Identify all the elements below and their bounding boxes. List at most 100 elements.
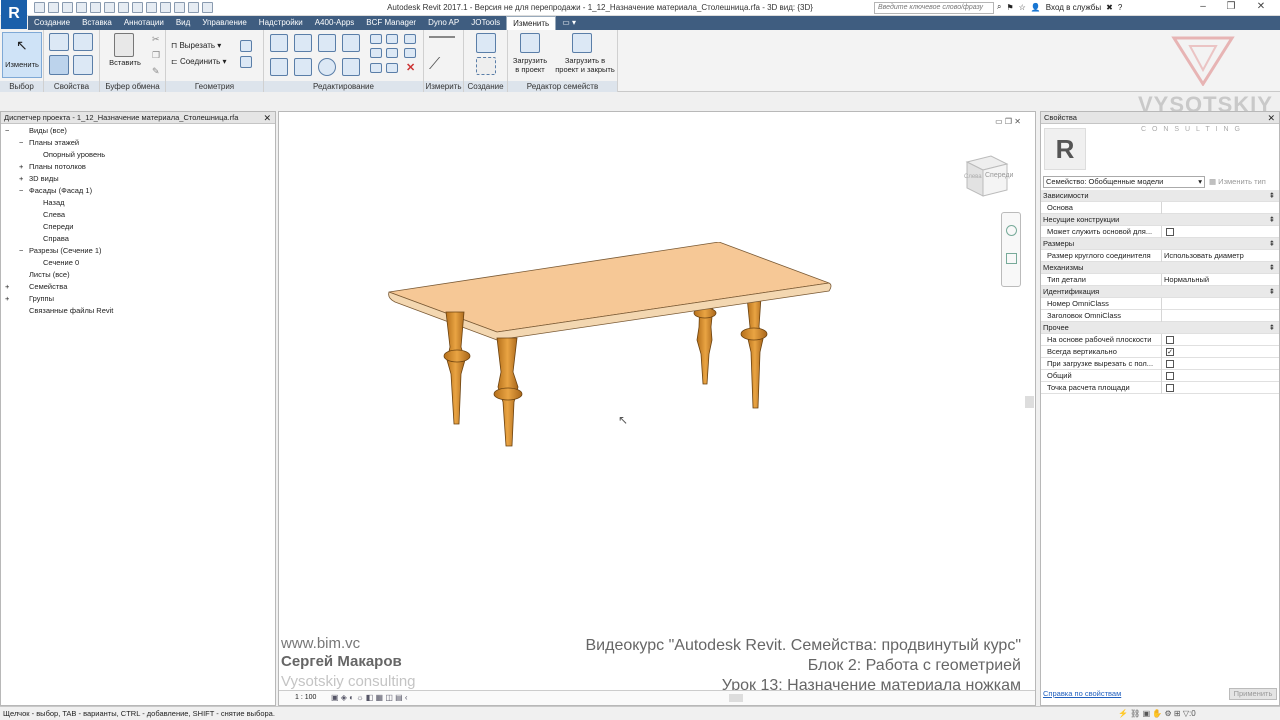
- move-icon[interactable]: [270, 58, 288, 76]
- selection-toggles[interactable]: ⚡ ⛓ ▣ ✋ ⚙ ⊞ ▽:0: [1118, 707, 1196, 720]
- tree-expander-icon[interactable]: −: [5, 126, 15, 136]
- tab-10[interactable]: Изменить: [506, 15, 557, 31]
- property-row[interactable]: Номер OmniClass: [1041, 298, 1279, 310]
- array-icon[interactable]: [370, 48, 382, 58]
- group-elements-icon[interactable]: [476, 57, 496, 75]
- match-properties-icon[interactable]: ✎: [152, 66, 160, 77]
- zoom-icon[interactable]: [1006, 253, 1017, 264]
- tree-item[interactable]: Справа: [33, 234, 69, 244]
- user-icon[interactable]: 👤: [1031, 3, 1041, 12]
- properties-help-link[interactable]: Справка по свойствам: [1043, 689, 1121, 698]
- tree-item[interactable]: +3D виды: [19, 174, 59, 184]
- property-section[interactable]: Прочее ⇞: [1041, 322, 1279, 334]
- tab-0[interactable]: Создание: [28, 16, 76, 30]
- collapse-icon[interactable]: ⇞: [1269, 286, 1275, 298]
- tab-6[interactable]: A400-Apps: [309, 16, 361, 30]
- void-icon[interactable]: [240, 40, 252, 52]
- tree-expander-icon[interactable]: −: [19, 138, 29, 148]
- align-icon[interactable]: [270, 34, 288, 52]
- exchange-icon[interactable]: ✖: [1106, 3, 1113, 12]
- join-geometry-button[interactable]: ⊏ Соединить ▾: [171, 57, 227, 66]
- modify-button[interactable]: ↖ Изменить: [2, 32, 42, 78]
- tree-item[interactable]: Связанные файлы Revit: [5, 306, 113, 316]
- collapse-icon[interactable]: ⇞: [1269, 238, 1275, 250]
- edit-type-button[interactable]: ▦ Изменить тип: [1209, 176, 1266, 188]
- scale-label[interactable]: 1 : 100: [295, 694, 316, 701]
- property-section[interactable]: Идентификация ⇞: [1041, 286, 1279, 298]
- help-icon[interactable]: ?: [1118, 3, 1122, 12]
- collapse-icon[interactable]: ⇞: [1269, 262, 1275, 274]
- tree-expander-icon[interactable]: +: [5, 282, 15, 292]
- collapse-icon[interactable]: ⇞: [1269, 190, 1275, 202]
- apply-button[interactable]: Применить: [1229, 688, 1277, 700]
- viewcube[interactable]: Спереди Слева: [961, 152, 1013, 200]
- group-select-label[interactable]: Выбор: [0, 81, 43, 92]
- property-section[interactable]: Несущие конструкции ⇞: [1041, 214, 1279, 226]
- split-icon[interactable]: [370, 34, 382, 44]
- trim-multiple-icon[interactable]: [386, 63, 398, 73]
- tree-item[interactable]: − Виды (все): [5, 126, 67, 136]
- property-row[interactable]: На основе рабочей плоскости: [1041, 334, 1279, 346]
- login-link[interactable]: Вход в службы: [1046, 3, 1101, 12]
- tab-1[interactable]: Вставка: [76, 16, 118, 30]
- measure-distance-icon[interactable]: [429, 36, 455, 40]
- property-value[interactable]: Нормальный: [1161, 274, 1279, 286]
- trim-icon[interactable]: [342, 58, 360, 76]
- property-value[interactable]: [1161, 298, 1279, 310]
- mirror-axis-icon[interactable]: [318, 34, 336, 52]
- mirror-draw-icon[interactable]: [342, 34, 360, 52]
- family-category-icon[interactable]: [73, 55, 93, 75]
- close-icon[interactable]: ✕: [1267, 112, 1275, 124]
- maximize-icon[interactable]: ❐: [1220, 1, 1242, 12]
- property-checkbox[interactable]: ✓: [1166, 348, 1174, 356]
- create-similar-icon[interactable]: [476, 33, 496, 53]
- close-window-icon[interactable]: ✕: [1250, 1, 1272, 12]
- property-row[interactable]: Основа: [1041, 202, 1279, 214]
- property-row[interactable]: Точка расчета площади: [1041, 382, 1279, 394]
- cut-icon[interactable]: ✂: [152, 34, 160, 45]
- property-checkbox[interactable]: [1166, 372, 1174, 380]
- type-selector[interactable]: Семейство: Обобщенные модели ▾: [1043, 176, 1205, 188]
- load-and-close-label-2[interactable]: проект и закрыть: [554, 65, 616, 74]
- property-row[interactable]: Размер круглого соединителя Использовать …: [1041, 250, 1279, 262]
- property-row[interactable]: Заголовок OmniClass: [1041, 310, 1279, 322]
- tab-5[interactable]: Надстройки: [253, 16, 309, 30]
- tree-item[interactable]: Слева: [33, 210, 65, 220]
- tab-9[interactable]: JOTools: [465, 16, 506, 30]
- property-section[interactable]: Механизмы ⇞: [1041, 262, 1279, 274]
- tree-item[interactable]: − Планы этажей: [19, 138, 79, 148]
- unpin-icon[interactable]: [404, 48, 416, 58]
- tab-2[interactable]: Аннотации: [118, 16, 170, 30]
- ribbon-options-icon[interactable]: ▭ ▾: [556, 16, 582, 30]
- load-into-project-label-2[interactable]: в проект: [508, 65, 552, 74]
- property-value[interactable]: [1161, 310, 1279, 322]
- tree-item[interactable]: Листы (все): [5, 270, 70, 280]
- rotate-icon[interactable]: [318, 58, 336, 76]
- tree-item[interactable]: + Планы потолков: [19, 162, 86, 172]
- pin-icon[interactable]: [404, 34, 416, 44]
- tree-item[interactable]: + Семейства: [5, 282, 67, 292]
- load-into-project-label-1[interactable]: Загрузить: [508, 56, 552, 65]
- copy-element-icon[interactable]: [294, 58, 312, 76]
- property-checkbox[interactable]: [1166, 360, 1174, 368]
- tree-item[interactable]: Назад: [33, 198, 65, 208]
- favorites-icon[interactable]: ☆: [1019, 3, 1026, 12]
- property-row[interactable]: При загрузке вырезать с пол...: [1041, 358, 1279, 370]
- tree-expander-icon[interactable]: +: [19, 174, 29, 184]
- property-section[interactable]: Размеры ⇞: [1041, 238, 1279, 250]
- type-properties-icon[interactable]: [73, 33, 93, 51]
- offset-icon[interactable]: [294, 34, 312, 52]
- tab-7[interactable]: BCF Manager: [360, 16, 422, 30]
- trim-single-icon[interactable]: [370, 63, 382, 73]
- copy-icon[interactable]: ❐: [152, 50, 160, 61]
- collapse-icon[interactable]: ⇞: [1269, 322, 1275, 334]
- vertical-scrollbar[interactable]: [1025, 396, 1034, 408]
- scale-icon[interactable]: [386, 48, 398, 58]
- load-and-close-label-1[interactable]: Загрузить в: [554, 56, 616, 65]
- tab-8[interactable]: Dyno AP: [422, 16, 465, 30]
- paint-icon[interactable]: [240, 56, 252, 68]
- paste-icon[interactable]: [114, 33, 134, 57]
- load-and-close-icon[interactable]: [572, 33, 592, 53]
- subscription-icon[interactable]: ⚑: [1006, 3, 1013, 12]
- property-checkbox[interactable]: [1166, 384, 1174, 392]
